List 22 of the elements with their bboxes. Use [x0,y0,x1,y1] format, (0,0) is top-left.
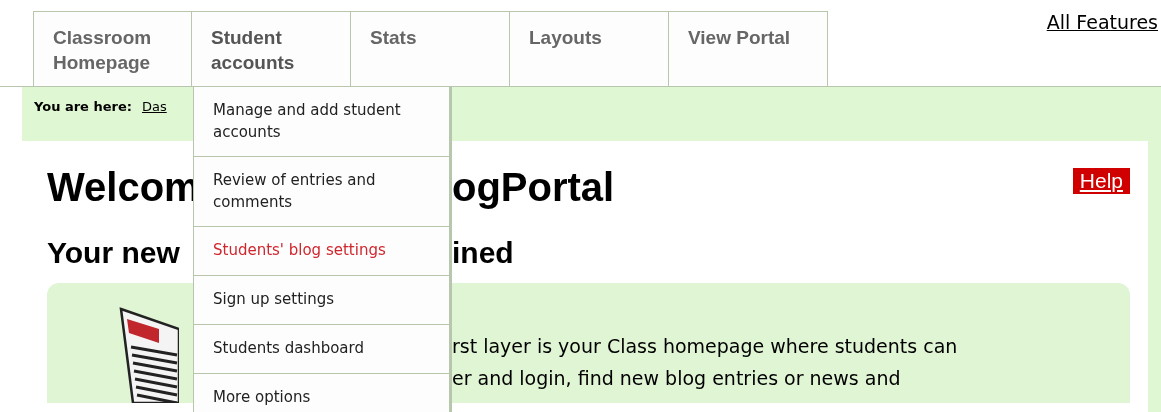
nav-tab[interactable]: Layouts [510,11,669,86]
menu-item[interactable]: Manage and add student accounts [194,87,449,157]
breadcrumb-link[interactable]: Das [141,99,167,114]
newspaper-icon [119,307,179,403]
page-heading: Welcom [46,164,193,210]
menu-item[interactable]: Students' blog settings [194,227,449,276]
intro-text: rst layer is your Class homepage where students can [452,335,959,357]
page-heading: ogPortal [452,164,615,210]
menu-item[interactable]: More options [194,374,449,412]
nav-tab[interactable]: Stats [351,11,510,86]
all-features-link[interactable]: All Features [1046,11,1158,33]
nav-tab[interactable]: Classroom Homepage [33,11,192,86]
menu-item[interactable]: Students dashboard [194,325,449,374]
menu-item[interactable]: Review of entries and comments [194,157,449,227]
breadcrumb-label: You are here: [34,99,132,114]
intro-text: er and login, find new blog entries or news and [452,367,902,389]
help-button[interactable]: Help [1072,168,1130,194]
nav-tab[interactable]: View Portal [669,11,828,86]
nav-tab[interactable]: Student accounts [192,11,351,86]
section-heading: Your new [46,236,181,270]
menu-item[interactable]: Sign up settings [194,276,449,325]
section-heading: ined [452,236,514,270]
